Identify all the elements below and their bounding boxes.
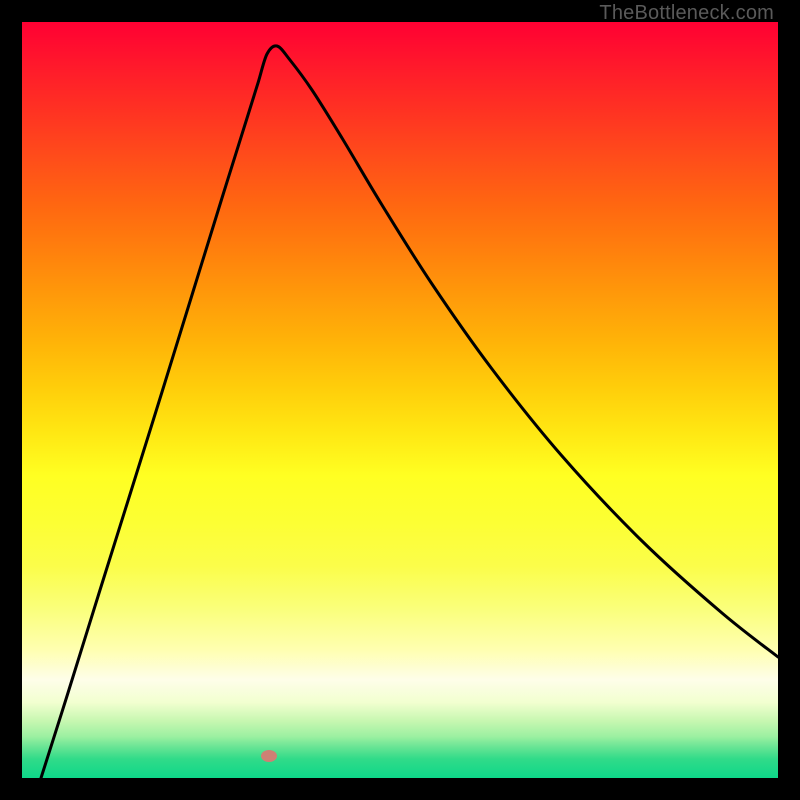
watermark-text: TheBottleneck.com (599, 2, 774, 25)
bottleneck-curve (22, 22, 778, 778)
chart-frame: TheBottleneck.com (0, 0, 800, 800)
optimal-point-marker (261, 750, 277, 762)
